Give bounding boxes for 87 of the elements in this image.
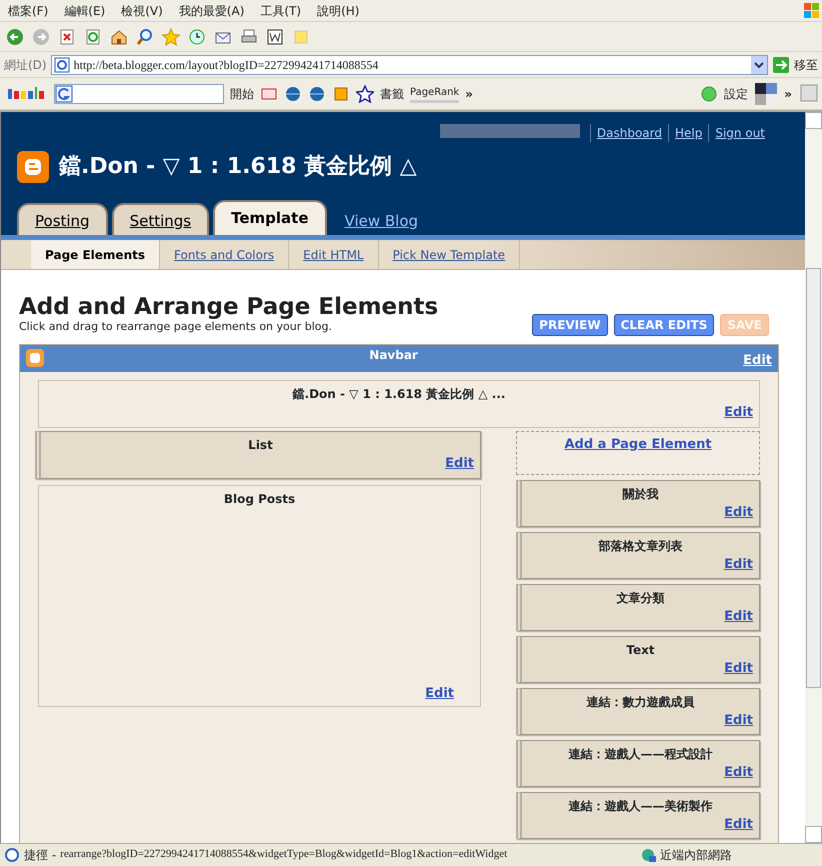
tab[interactable]: Template	[213, 200, 327, 235]
edit-link[interactable]: Edit	[528, 710, 753, 730]
edit-link[interactable]: Edit	[743, 351, 772, 371]
page-icon	[54, 56, 70, 72]
status-dot-icon[interactable]	[700, 84, 718, 102]
widget-title: 鐺.Don - ▽ 1 : 1.618 黃金比例 △ ...	[291, 386, 506, 402]
menu-item[interactable]: 工具(T)	[260, 2, 302, 20]
sidebar-widget[interactable]: 關於我 Edit	[516, 480, 760, 526]
puzzle-icon[interactable]	[332, 84, 350, 102]
back-icon[interactable]	[6, 28, 24, 46]
go-button[interactable]: 移至	[794, 56, 818, 74]
widget-title: List	[247, 436, 274, 454]
layout-icon[interactable]	[754, 82, 778, 106]
address-label: 網址(D)	[4, 56, 47, 74]
widget-title: 部落格文章列表	[597, 538, 684, 554]
windows-logo-icon	[802, 0, 822, 20]
widget-title: Blog Posts	[222, 490, 296, 508]
stop-icon[interactable]	[58, 28, 76, 46]
page-widget[interactable]: List Edit	[35, 430, 481, 478]
edit-link[interactable]: Edit	[47, 454, 474, 473]
subtab[interactable]: Page Elements	[31, 240, 160, 269]
status-url: rearrange?blogID=2272994241714088554&widgetType=Blog&widgetId=Blog1&action=editWidget	[60, 847, 508, 862]
document-icon[interactable]	[266, 28, 284, 46]
search-icon[interactable]	[136, 28, 154, 46]
subtab[interactable]: Edit HTML	[289, 240, 379, 269]
status-label: 捷徑 -	[24, 846, 56, 864]
pagerank-meter: PageRank	[410, 84, 460, 102]
edit-link[interactable]: Edit	[528, 814, 753, 834]
sidebar-widget[interactable]: 連結：數力遊戲成員 Edit	[516, 688, 760, 734]
blog-posts-widget[interactable]: Blog Posts Edit	[38, 484, 481, 706]
star-icon[interactable]	[162, 28, 180, 46]
google-g-icon	[55, 84, 73, 102]
widget-title: Text	[625, 642, 656, 658]
blogger-logo-icon	[17, 150, 49, 183]
more-button[interactable]: »	[784, 84, 792, 102]
subtab[interactable]: Pick New Template	[378, 240, 520, 269]
sidebar-widget[interactable]: 部落格文章列表 Edit	[516, 532, 760, 578]
edit-link[interactable]: Edit	[528, 658, 753, 678]
widget-title: 連結：數力遊戲成員	[586, 694, 696, 710]
widget-title: 關於我	[622, 486, 660, 502]
more-button[interactable]: »	[465, 84, 473, 102]
globe-icon[interactable]	[308, 84, 326, 102]
print-icon[interactable]	[240, 28, 258, 46]
menu-item[interactable]: 檔案(F)	[8, 2, 48, 20]
scrollbar[interactable]	[805, 112, 822, 843]
address-field[interactable]: http://beta.blogger.com/layout?blogID=2272994241714088554	[50, 54, 768, 74]
view-blog-link[interactable]: View Blog	[330, 210, 418, 235]
sidebar-widget[interactable]: 連結：遊戲人——美術製作 Edit	[516, 792, 760, 838]
menu-item[interactable]: 檢視(V)	[121, 2, 163, 20]
bookmarks-button[interactable]: 書籤	[380, 84, 404, 102]
page-title: Add and Arrange Page Elements	[19, 296, 438, 319]
add-element-link[interactable]: Add a Page Element	[564, 436, 712, 452]
widget-title: 連結：遊戲人——程式設計	[568, 746, 714, 762]
home-icon[interactable]	[110, 28, 128, 46]
zone-label: 近端內部網路	[660, 846, 732, 864]
search-button[interactable]: 開始	[230, 84, 254, 102]
page-icon	[4, 846, 20, 862]
globe-icon[interactable]	[284, 84, 302, 102]
sidebar-widget[interactable]: Text Edit	[516, 636, 760, 682]
header-link[interactable]: Help	[668, 124, 702, 142]
refresh-icon[interactable]	[84, 28, 102, 46]
widget-title: 連結：遊戲人——美術製作	[568, 798, 714, 814]
page-subtitle: Click and drag to rearrange page elements on your blog.	[19, 319, 333, 335]
history-icon[interactable]	[188, 28, 206, 46]
edit-link[interactable]: Edit	[45, 402, 753, 422]
sidebar-widget[interactable]: 連結：遊戲人——程式設計 Edit	[516, 740, 760, 786]
widget-title: 文章分類	[616, 590, 666, 606]
settings-button[interactable]: 設定	[724, 84, 748, 102]
blogger-logo-icon	[26, 349, 44, 367]
sidebar-widget[interactable]: 文章分類 Edit	[516, 584, 760, 630]
navbar-title: Navbar	[368, 347, 419, 364]
search-field[interactable]	[54, 84, 224, 104]
network-icon	[640, 846, 656, 862]
bookmark-star-icon[interactable]	[356, 84, 374, 102]
blog-title: 鐺.Don - ▽ 1 : 1.618 黃金比例 △	[59, 153, 417, 182]
tab[interactable]: Posting	[17, 202, 108, 235]
menu-item[interactable]: 我的最愛(A)	[178, 2, 244, 20]
tab[interactable]: Settings	[112, 202, 210, 235]
menu-item[interactable]: 編輯(E)	[64, 2, 106, 20]
header-link[interactable]: Sign out	[708, 124, 765, 142]
header-link[interactable]: Dashboard	[590, 124, 662, 142]
edit-link[interactable]: Edit	[528, 554, 753, 574]
edit-link[interactable]: Edit	[528, 762, 753, 782]
edit-link[interactable]: Edit	[528, 502, 753, 522]
menu-item[interactable]: 說明(H)	[317, 2, 360, 20]
subtab[interactable]: Fonts and Colors	[160, 240, 290, 269]
edit-link[interactable]: Edit	[528, 606, 753, 626]
